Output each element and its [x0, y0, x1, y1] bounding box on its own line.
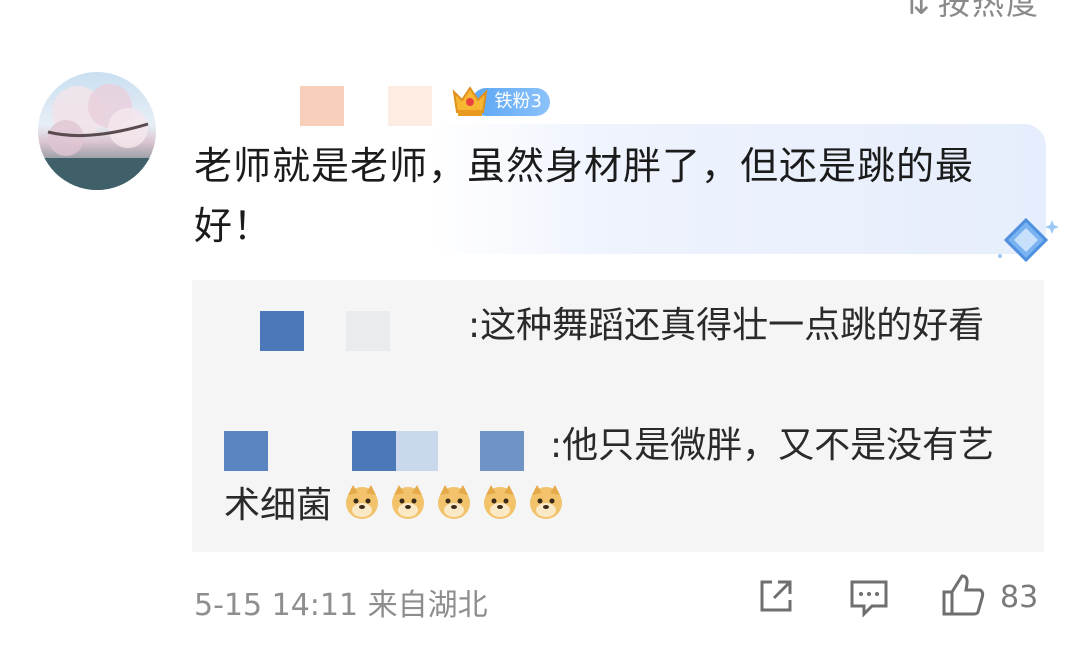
- fan-badge[interactable]: 铁粉3: [450, 80, 552, 120]
- comment-icon[interactable]: [848, 576, 890, 618]
- comment-meta: 5-15 14:11 来自湖北: [194, 588, 488, 623]
- reply-item[interactable]: :这种舞蹈还真得壮一点跳的好看: [224, 296, 1024, 356]
- like-icon[interactable]: [940, 572, 986, 618]
- reply-username-mask[interactable]: [224, 425, 550, 471]
- doge-emoji: [346, 485, 379, 519]
- sort-toggle[interactable]: ⇅ 按热度: [903, 0, 1040, 24]
- sort-icon: ⇅: [903, 0, 932, 22]
- share-icon[interactable]: [756, 576, 796, 616]
- doge-emoji: [484, 485, 517, 519]
- emoji-row: [343, 485, 573, 526]
- reply-username-mask[interactable]: [224, 305, 468, 351]
- sort-label-text: 按热度: [937, 0, 1040, 22]
- replies-box[interactable]: :这种舞蹈还真得壮一点跳的好看 :他只是微胖，又不是没有艺术细菌: [192, 280, 1044, 552]
- reply-item[interactable]: :他只是微胖，又不是没有艺术细菌: [224, 416, 1024, 536]
- avatar[interactable]: [38, 72, 156, 190]
- comment-text: 老师就是老师，虽然身材胖了，但还是跳的最好！: [194, 144, 975, 248]
- crown-icon: [452, 86, 488, 116]
- doge-emoji: [530, 485, 563, 519]
- avatar-image: [38, 84, 156, 190]
- doge-emoji: [392, 485, 425, 519]
- doge-emoji: [438, 485, 471, 519]
- like-count: 83: [1000, 580, 1039, 615]
- reply-text: :这种舞蹈还真得壮一点跳的好看: [468, 305, 985, 346]
